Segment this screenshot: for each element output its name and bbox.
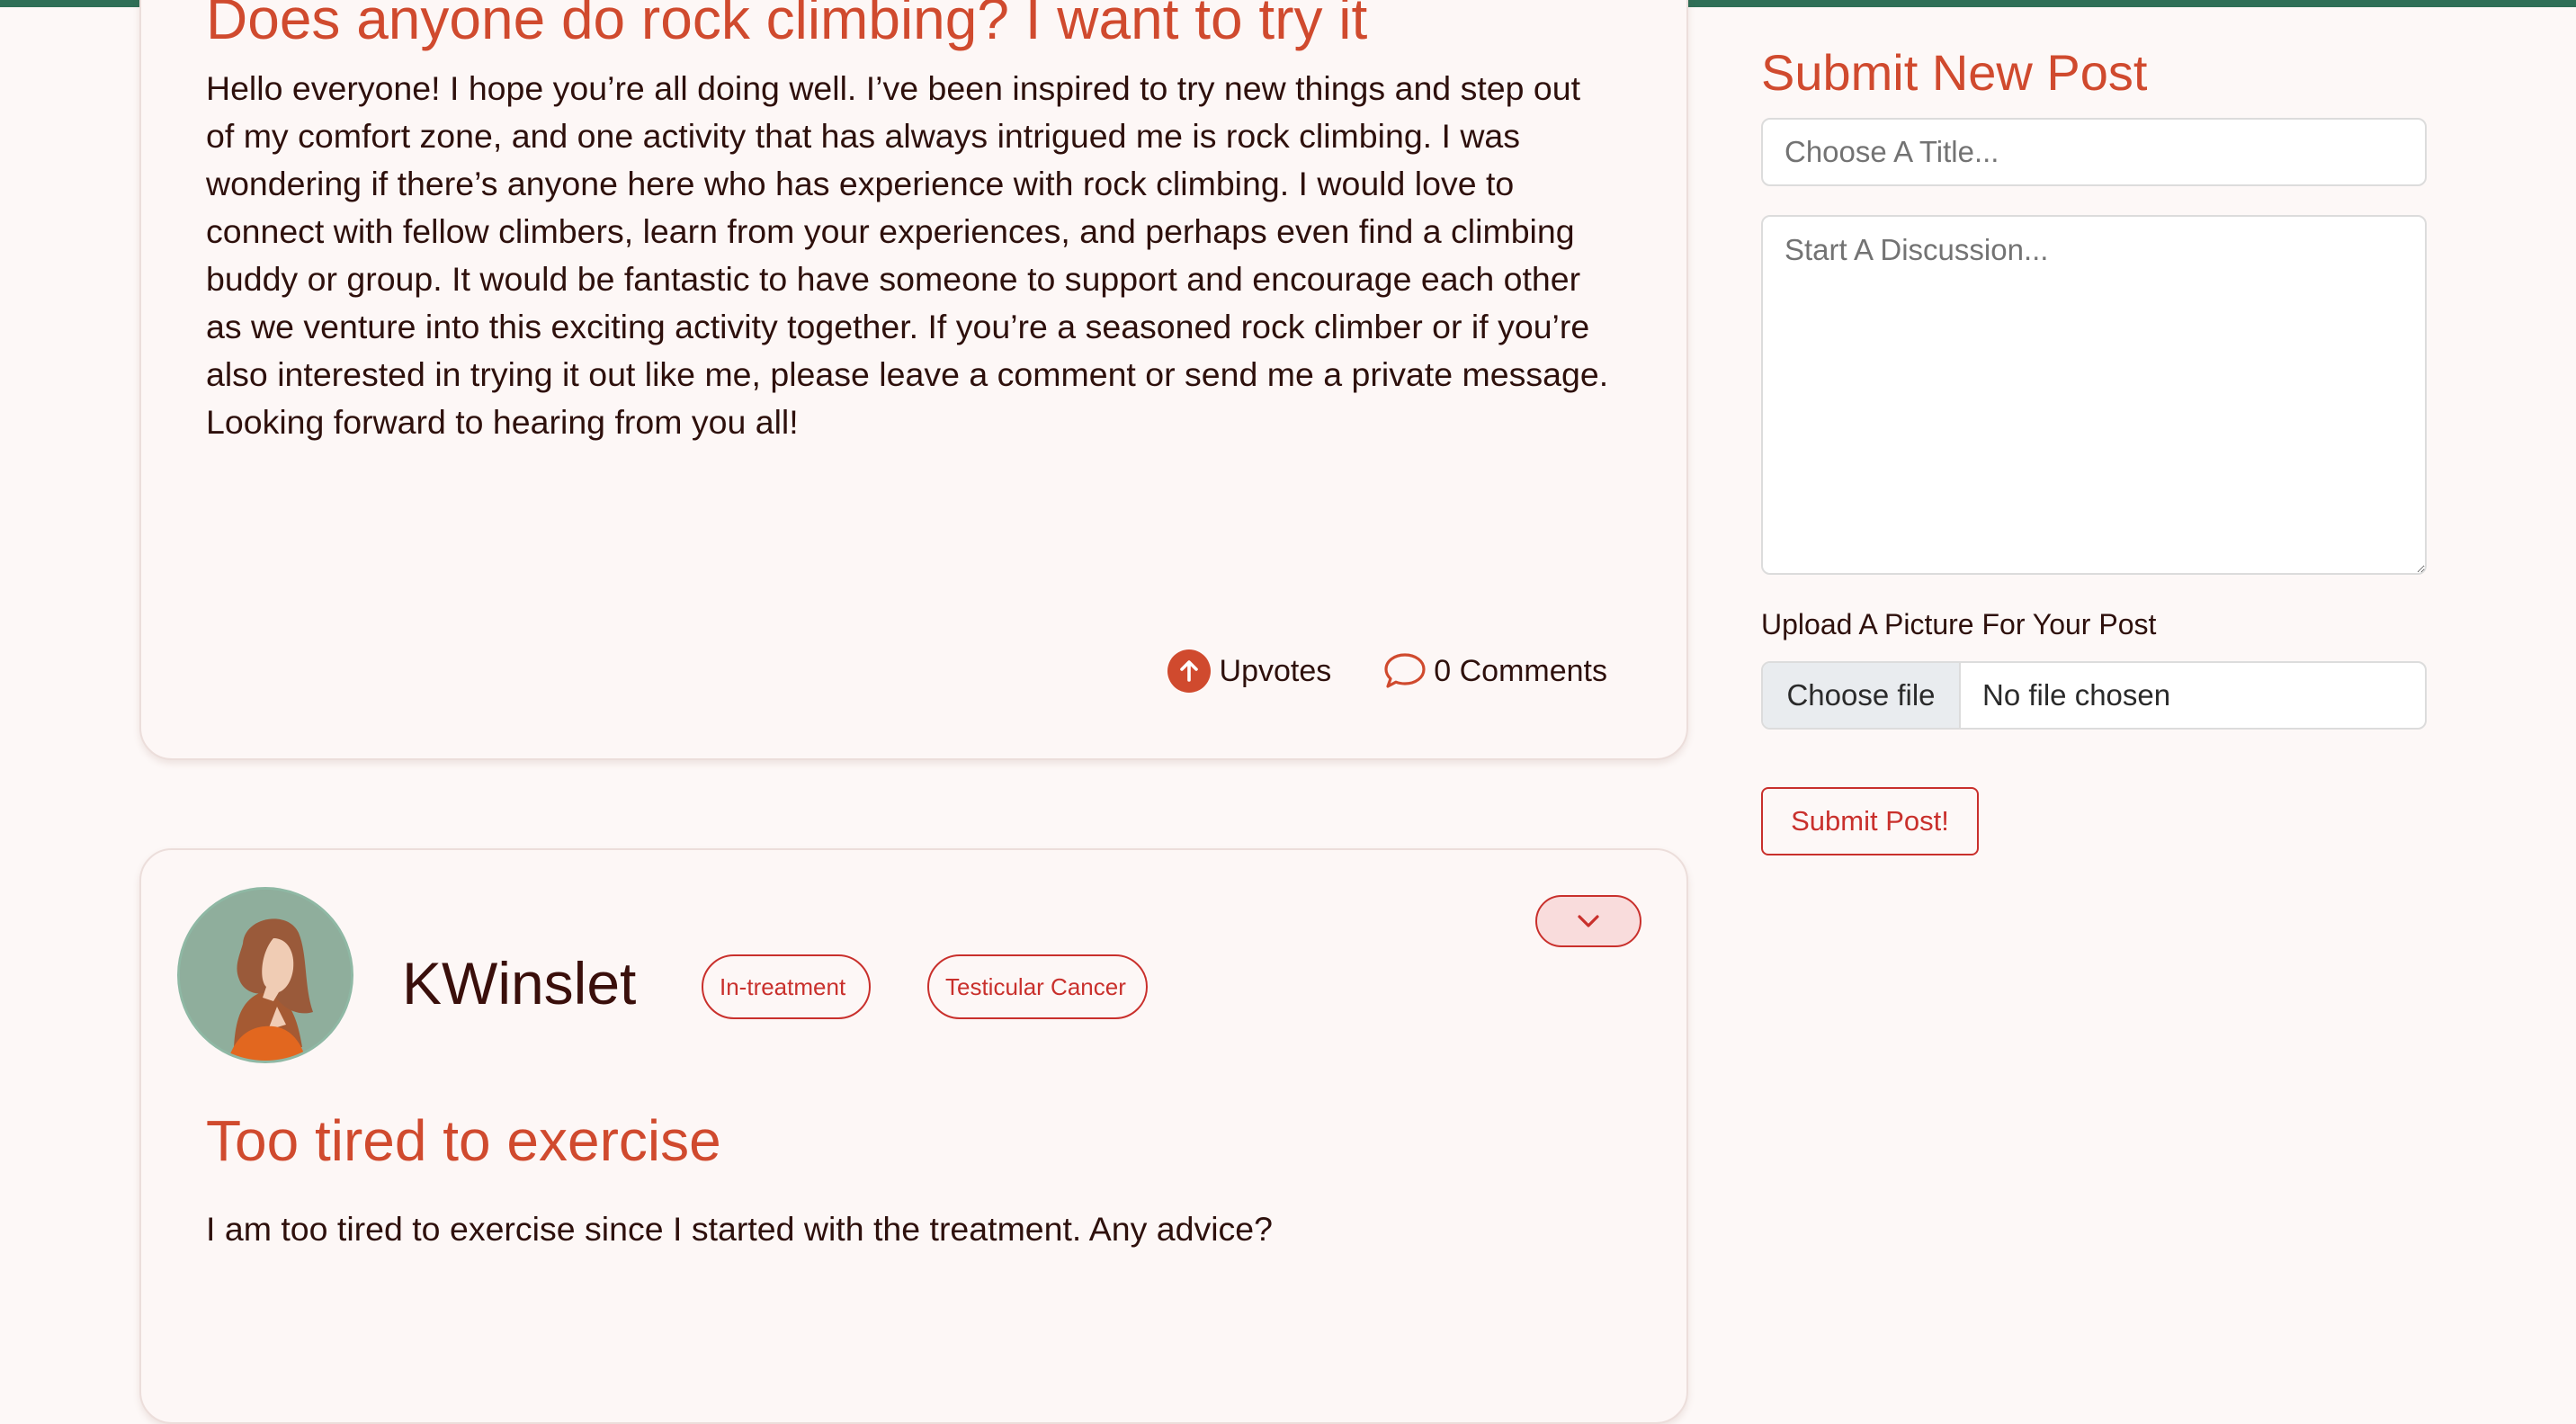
speech-bubble-icon <box>1384 653 1426 688</box>
post-title[interactable]: Too tired to exercise <box>206 1107 721 1174</box>
comments-button[interactable]: 0 Comments <box>1383 651 1607 691</box>
upvotes-label: Upvotes <box>1219 653 1332 688</box>
post-body: Hello everyone! I hope you’re all doing … <box>206 69 1609 441</box>
discussion-textarea[interactable] <box>1761 215 2427 575</box>
file-status-text: No file chosen <box>1982 678 2171 712</box>
submit-post-button[interactable]: Submit Post! <box>1761 787 1979 855</box>
submit-new-post-heading: Submit New Post <box>1761 44 2148 101</box>
expand-button[interactable] <box>1535 895 1641 947</box>
status-badge: In-treatment <box>702 954 871 1019</box>
post-body: I am too tired to exercise since I start… <box>206 1210 1273 1248</box>
post-card: KWinslet In-treatment Testicular Cancer … <box>139 848 1688 1424</box>
title-input[interactable] <box>1761 118 2427 186</box>
avatar-illustration <box>180 890 351 1061</box>
comments-label: 0 Comments <box>1434 653 1607 688</box>
upload-label: Upload A Picture For Your Post <box>1761 608 2157 640</box>
post-title[interactable]: Does anyone do rock climbing? I want to … <box>206 0 1367 52</box>
post-actions: Upvotes 0 Comments <box>1167 649 1607 693</box>
avatar[interactable] <box>177 887 353 1063</box>
upvote-button[interactable]: Upvotes <box>1167 649 1332 693</box>
arrow-up-circle-icon <box>1167 649 1211 693</box>
username[interactable]: KWinslet <box>402 949 636 1017</box>
chevron-down-icon <box>1578 915 1599 927</box>
diagnosis-badge: Testicular Cancer <box>927 954 1148 1019</box>
file-upload-input[interactable]: Choose file No file chosen <box>1761 661 2427 730</box>
post-card: Does anyone do rock climbing? I want to … <box>139 0 1688 760</box>
choose-file-button[interactable]: Choose file <box>1763 663 1961 728</box>
